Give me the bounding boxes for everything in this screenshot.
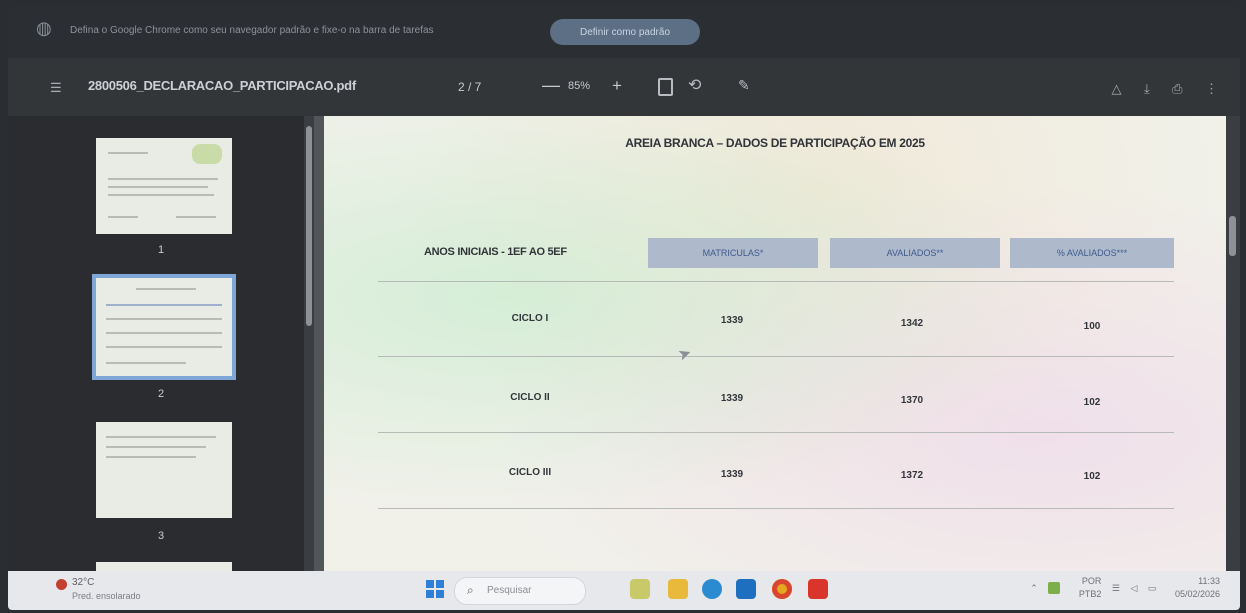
toolbar-right-icons: △ ⤓ ⎙ ⋮: [1093, 80, 1218, 98]
windows-taskbar: 32°C Pred. ensolarado ⌕ Pesquisar ⌃ POR …: [8, 571, 1240, 610]
cell-matriculas: 1339: [720, 469, 744, 480]
clock-time: 11:33: [1198, 576, 1220, 587]
taskbar-search[interactable]: ⌕ Pesquisar: [454, 577, 586, 605]
zoom-out-button[interactable]: —: [542, 75, 560, 96]
row-label: CICLO III: [508, 467, 552, 478]
rotate-icon[interactable]: ⟲: [688, 75, 701, 95]
sidebar-scrollbar[interactable]: [304, 116, 314, 571]
menu-icon[interactable]: ☰: [50, 80, 62, 96]
infobar-message: Defina o Google Chrome como seu navegado…: [70, 25, 434, 36]
cell-percent: 102: [1083, 397, 1101, 408]
cell-avaliados: 1342: [900, 318, 924, 329]
store-icon[interactable]: [736, 579, 756, 599]
thumbnail-label-3: 3: [158, 530, 165, 542]
thumbnail-sidebar: 1 2 3: [8, 116, 314, 571]
file-explorer-icon[interactable]: [668, 579, 688, 599]
weather-temperature[interactable]: 32°C: [72, 577, 94, 588]
fit-page-icon[interactable]: [658, 78, 673, 96]
pdf-toolbar: ☰ 2800506_DECLARACAO_PARTICIPACAO.pdf 2 …: [8, 58, 1240, 116]
search-placeholder: Pesquisar: [487, 585, 532, 596]
page-indicator[interactable]: 2 / 7: [458, 80, 481, 94]
column-header-matriculas: MATRICULAS*: [648, 238, 818, 268]
weather-icon[interactable]: [56, 579, 67, 590]
cell-matriculas: 1339: [720, 315, 744, 326]
set-default-button[interactable]: Definir como padrão: [550, 19, 700, 45]
document-scroll-thumb[interactable]: [1229, 216, 1236, 256]
document-scrollbar[interactable]: [1226, 116, 1240, 571]
widgets-app-icon[interactable]: [630, 579, 650, 599]
thumbnail-page-1[interactable]: [96, 138, 232, 234]
thumbnail-label-1: 1: [158, 244, 165, 256]
pdf-reader-icon[interactable]: [808, 579, 828, 599]
pdf-filename: 2800506_DECLARACAO_PARTICIPACAO.pdf: [88, 78, 356, 93]
chrome-taskbar-icon[interactable]: [772, 579, 792, 599]
start-icon[interactable]: [426, 580, 444, 598]
more-icon[interactable]: ⋮: [1205, 81, 1218, 97]
row-label: CICLO I: [511, 313, 549, 324]
screen: ◍ Defina o Google Chrome como seu navega…: [8, 6, 1240, 610]
thumbnail-page-4[interactable]: [96, 562, 232, 571]
chevron-up-icon[interactable]: ⌃: [1030, 583, 1038, 594]
sidebar-scroll-thumb[interactable]: [306, 126, 312, 326]
cell-avaliados: 1372: [900, 470, 924, 481]
table-divider: [378, 356, 1174, 357]
cell-percent: 100: [1083, 321, 1101, 332]
print-icon[interactable]: ⎙: [1172, 81, 1182, 97]
thumbnail-page-2[interactable]: [92, 274, 236, 380]
document-viewer: AREIA BRANCA – DADOS DE PARTICIPAÇÃO EM …: [314, 116, 1226, 571]
app-tray-icon[interactable]: [1048, 582, 1061, 595]
thumbnail-page-3[interactable]: [96, 422, 232, 518]
mouse-cursor-icon: ➤: [675, 344, 695, 365]
default-browser-infobar: ◍ Defina o Google Chrome como seu navega…: [8, 6, 1240, 58]
thumbnail-label-2: 2: [158, 388, 165, 400]
column-header-percent: % AVALIADOS***: [1010, 238, 1174, 268]
row-group-header: ANOS INICIAIS - 1EF AO 5EF: [424, 246, 567, 258]
volume-icon[interactable]: ◁: [1130, 583, 1137, 594]
clock-date: 05/02/2026: [1174, 589, 1220, 600]
cell-matriculas: 1339: [720, 393, 744, 404]
clock[interactable]: 11:33 05/02/2026: [1167, 575, 1220, 601]
cell-percent: 102: [1083, 471, 1101, 482]
column-header-avaliados: AVALIADOS**: [830, 238, 1000, 268]
annotate-icon[interactable]: ✎: [738, 77, 750, 94]
table-divider: [378, 281, 1174, 282]
weather-description[interactable]: Pred. ensolarado: [72, 591, 141, 601]
wifi-icon[interactable]: ☰: [1112, 583, 1120, 594]
document-title: AREIA BRANCA – DADOS DE PARTICIPAÇÃO EM …: [625, 136, 925, 150]
edge-icon[interactable]: [702, 579, 722, 599]
search-icon: ⌕: [467, 583, 474, 597]
system-tray: ⌃ POR PTB2 ☰ ◁ ▭ 11:33 05/02/2026: [1022, 575, 1220, 601]
pdf-page: AREIA BRANCA – DADOS DE PARTICIPAÇÃO EM …: [324, 116, 1226, 571]
battery-icon[interactable]: ▭: [1148, 583, 1157, 594]
zoom-level[interactable]: 85%: [568, 80, 590, 92]
drive-icon[interactable]: △: [1111, 81, 1121, 97]
download-icon[interactable]: ⤓: [1144, 81, 1150, 97]
table-divider: [378, 508, 1174, 509]
row-label: CICLO II: [510, 392, 550, 403]
keyboard-layout: PTB2: [1078, 589, 1102, 600]
language-indicator[interactable]: POR PTB2: [1071, 575, 1102, 601]
cell-avaliados: 1370: [900, 395, 924, 406]
chrome-icon: ◍: [36, 18, 52, 38]
table-divider: [378, 432, 1174, 433]
zoom-in-button[interactable]: +: [612, 76, 622, 96]
language-code: POR: [1081, 576, 1102, 587]
